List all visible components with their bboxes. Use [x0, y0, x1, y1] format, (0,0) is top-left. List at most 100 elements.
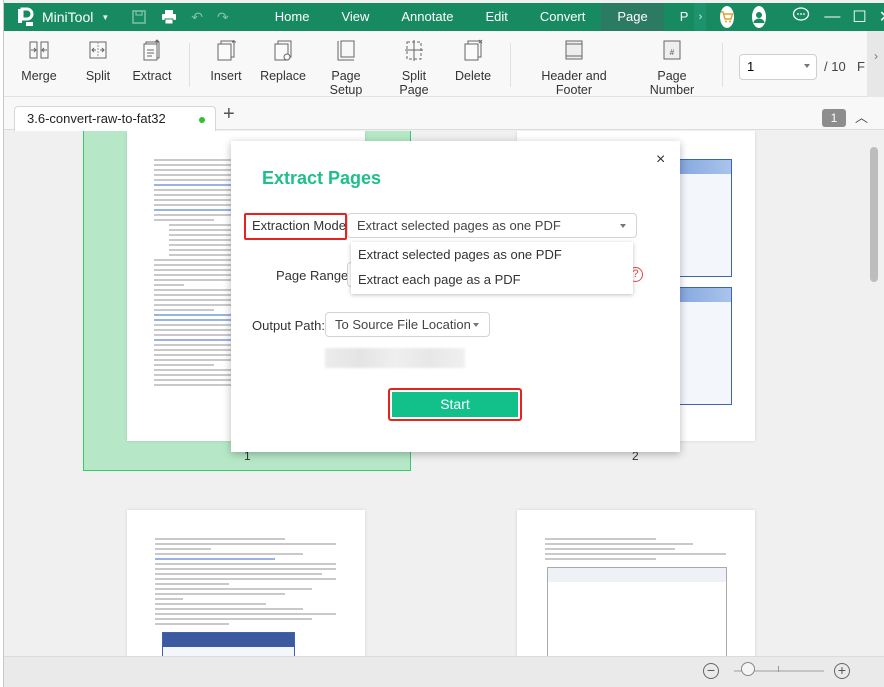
document-tab-bar: 3.6-convert-raw-to-fat32 + 1 ︿	[4, 97, 884, 131]
output-path-value: To Source File Location	[335, 317, 471, 332]
split-label: Split	[85, 69, 111, 83]
split-page-label: Split Page	[399, 69, 429, 97]
status-bar: − +	[4, 656, 884, 687]
merge-button[interactable]: Merge	[21, 39, 57, 83]
page-ribbon: Merge Split Extract Insert Replace Page …	[4, 31, 884, 97]
page-thumbnail-4[interactable]	[517, 510, 755, 656]
insert-page-icon	[215, 39, 237, 61]
document-tab-title: 3.6-convert-raw-to-fat32	[27, 111, 166, 126]
chat-icon[interactable]	[792, 6, 810, 28]
zoom-in-icon[interactable]: +	[834, 663, 850, 679]
extract-button[interactable]: Extract	[132, 39, 172, 83]
user-icon[interactable]	[752, 6, 767, 28]
page-total: / 10	[824, 59, 846, 74]
replace-button[interactable]: Replace	[260, 39, 306, 83]
option-each-page-as-pdf[interactable]: Extract each page as a PDF	[351, 267, 633, 292]
ribbon-divider	[510, 43, 511, 87]
replace-page-icon	[272, 39, 294, 61]
ribbon-divider	[722, 43, 723, 87]
svg-text:#: #	[670, 48, 675, 57]
dialog-close-icon[interactable]: ×	[656, 151, 665, 169]
menu-convert[interactable]: Convert	[524, 3, 602, 31]
menu-edit[interactable]: Edit	[469, 3, 523, 31]
app-menu-chevron-down-icon[interactable]: ▼	[101, 13, 109, 22]
extraction-mode-value: Extract selected pages as one PDF	[357, 218, 561, 233]
page-thumbnail-3[interactable]	[127, 510, 365, 656]
merge-icon	[28, 39, 50, 61]
delete-button[interactable]: Delete	[455, 39, 491, 83]
ribbon-truncated-label: F	[857, 59, 865, 74]
menu-annotate[interactable]: Annotate	[385, 3, 469, 31]
extract-icon	[141, 39, 163, 61]
header-footer-icon	[563, 39, 585, 61]
start-button[interactable]: Start	[392, 392, 518, 417]
split-icon	[87, 39, 109, 61]
redacted-output-path	[325, 348, 465, 368]
page-4-text	[545, 538, 730, 563]
save-icon[interactable]	[131, 8, 147, 26]
merge-label: Merge	[21, 69, 57, 83]
print-icon[interactable]	[161, 8, 177, 26]
split-page-icon	[403, 39, 425, 61]
undo-icon[interactable]: ↶	[191, 8, 203, 26]
page-3-text	[155, 538, 340, 628]
page-number-label: Page Number	[649, 69, 695, 97]
vertical-scrollbar[interactable]	[870, 147, 878, 282]
header-footer-button[interactable]: Header and Footer	[524, 39, 624, 97]
extraction-mode-dropdown: Extract selected pages as one PDF Extrac…	[351, 242, 633, 294]
page-setup-button[interactable]: Page Setup	[315, 39, 377, 97]
split-page-button[interactable]: Split Page	[387, 39, 441, 97]
dialog-title: Extract Pages	[262, 168, 382, 188]
redo-icon[interactable]: ↷	[217, 8, 229, 26]
header-footer-label: Header and Footer	[541, 69, 607, 97]
page-setup-label: Page Setup	[329, 69, 363, 97]
collapse-chevron-up-icon[interactable]: ︿	[855, 107, 868, 126]
start-button-highlight: Start	[388, 388, 522, 421]
title-bar: MiniTool ▼ ↶ ↷ Home View Annotate Edit C…	[4, 3, 884, 31]
minitool-logo-icon	[14, 6, 36, 28]
maximize-icon[interactable]: ☐	[852, 7, 866, 27]
page-range-label: Page Range:	[276, 268, 352, 283]
extraction-mode-label: Extraction Mode:	[252, 218, 350, 233]
extract-pages-dialog: × Extract Pages Extraction Mode: Extract…	[231, 141, 680, 452]
menu-protect-truncated[interactable]: P	[664, 3, 695, 31]
page-indicator-badge: 1	[822, 109, 846, 127]
menu-scroll-right-icon[interactable]: ›	[694, 3, 707, 31]
page-number-icon: #	[661, 39, 683, 61]
ribbon-scroll-right-icon[interactable]: ›	[867, 31, 884, 97]
split-button[interactable]: Split	[82, 39, 114, 83]
ribbon-divider	[189, 43, 190, 87]
cart-icon[interactable]	[720, 6, 735, 28]
delete-page-icon	[462, 39, 484, 61]
insert-button[interactable]: Insert	[208, 39, 244, 83]
menu-page[interactable]: Page	[601, 3, 664, 31]
pdf-editor-window: MiniTool ▼ ↶ ↷ Home View Annotate Edit C…	[3, 0, 884, 687]
minimize-icon[interactable]: —	[824, 8, 840, 26]
new-tab-plus-icon[interactable]: +	[223, 103, 235, 126]
current-page-value: 1	[747, 59, 755, 74]
insert-label: Insert	[210, 69, 242, 83]
menu-home[interactable]: Home	[259, 3, 326, 31]
zoom-out-icon[interactable]: −	[703, 663, 719, 679]
menu-view[interactable]: View	[325, 3, 385, 31]
extract-label: Extract	[132, 69, 172, 83]
close-icon[interactable]: ✕	[879, 7, 884, 27]
zoom-slider-thumb[interactable]	[740, 662, 755, 676]
delete-label: Delete	[455, 69, 492, 83]
chevron-down-icon	[620, 224, 626, 228]
option-selected-as-one-pdf[interactable]: Extract selected pages as one PDF	[351, 242, 633, 267]
page-setup-icon	[335, 39, 357, 61]
zoom-slider-tick	[778, 666, 779, 672]
chevron-down-icon	[804, 64, 810, 68]
unsaved-indicator-icon	[199, 117, 205, 123]
replace-label: Replace	[260, 69, 306, 83]
main-menu: Home View Annotate Edit Convert Page P ›	[259, 3, 707, 31]
page-4-screenshot	[547, 567, 727, 656]
app-name[interactable]: MiniTool	[42, 9, 93, 25]
document-tab[interactable]: 3.6-convert-raw-to-fat32	[14, 106, 216, 131]
extraction-mode-select[interactable]: Extract selected pages as one PDF	[347, 213, 637, 238]
output-path-select[interactable]: To Source File Location	[325, 312, 490, 337]
current-page-select[interactable]: 1	[739, 54, 817, 80]
chevron-down-icon	[473, 323, 479, 327]
page-number-button[interactable]: # Page Number	[634, 39, 710, 97]
